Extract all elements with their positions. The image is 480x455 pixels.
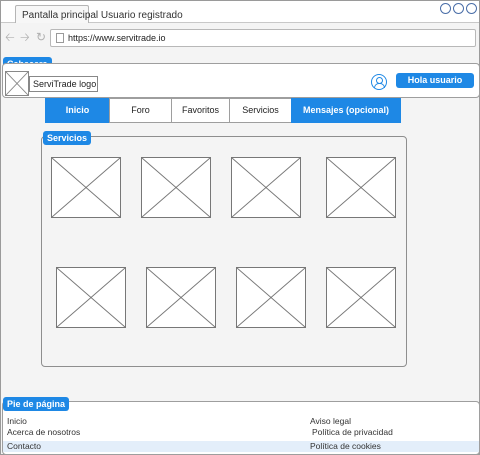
service-image-placeholder[interactable] [146,267,216,328]
footer-link-privacidad[interactable]: Política de privacidad [312,427,393,438]
page-header: ServiTrade logo Hola usuario [2,63,480,98]
maximize-button[interactable] [453,3,464,14]
menu-item-mensajes[interactable]: Mensajes (opcional) [291,98,401,123]
footer-link-contacto[interactable]: Contacto [7,441,41,452]
service-image-placeholder[interactable] [326,157,396,218]
url-text: https://www.servitrade.io [68,33,166,43]
minimize-button[interactable] [440,3,451,14]
refresh-icon[interactable]: ↻ [36,31,46,43]
footer-link-inicio[interactable]: Inicio [7,416,27,427]
tab-title: Pantalla principal Usuario registrado [22,10,183,21]
service-image-placeholder[interactable] [51,157,121,218]
footer-link-acerca[interactable]: Acerca de nosotros [7,427,80,438]
service-image-placeholder[interactable] [236,267,306,328]
footer-row: Contacto Política de cookies [3,441,479,452]
footer-label: Pie de página [3,397,70,411]
footer-link-cookies[interactable]: Política de cookies [310,441,381,452]
service-image-placeholder[interactable] [231,157,301,218]
url-input[interactable]: https://www.servitrade.io [50,29,476,47]
menu-item-favoritos[interactable]: Favoritos [171,98,230,123]
menu-item-inicio[interactable]: Inicio [45,98,110,123]
forward-arrow-icon[interactable]: 🡢 [20,31,30,43]
back-arrow-icon[interactable]: 🡠 [5,31,15,43]
user-icon[interactable] [371,74,387,90]
close-button[interactable] [466,3,477,14]
service-image-placeholder[interactable] [141,157,211,218]
footer-row: Acerca de nosotros Política de privacida… [3,427,479,438]
footer-row: Inicio Aviso legal [3,416,479,427]
title-bar: Pantalla principal Usuario registrado [1,1,479,23]
window-controls [440,3,477,14]
logo-image-placeholder [5,71,29,96]
logo-text: ServiTrade logo [29,76,98,92]
address-bar-row: 🡠 🡢 ↻ https://www.servitrade.io [1,24,479,52]
service-image-placeholder[interactable] [326,267,396,328]
browser-window: Pantalla principal Usuario registrado 🡠 … [0,0,480,455]
services-label: Servicios [43,131,92,145]
page-footer: Inicio Aviso legal Acerca de nosotros Po… [2,401,480,455]
page-icon [56,33,64,43]
footer-link-aviso-legal[interactable]: Aviso legal [310,416,351,427]
services-panel [41,136,407,367]
menu-item-servicios[interactable]: Servicios [229,98,292,123]
menu-item-foro[interactable]: Foro [109,98,172,123]
user-greeting-button[interactable]: Hola usuario [396,73,474,88]
service-image-placeholder[interactable] [56,267,126,328]
